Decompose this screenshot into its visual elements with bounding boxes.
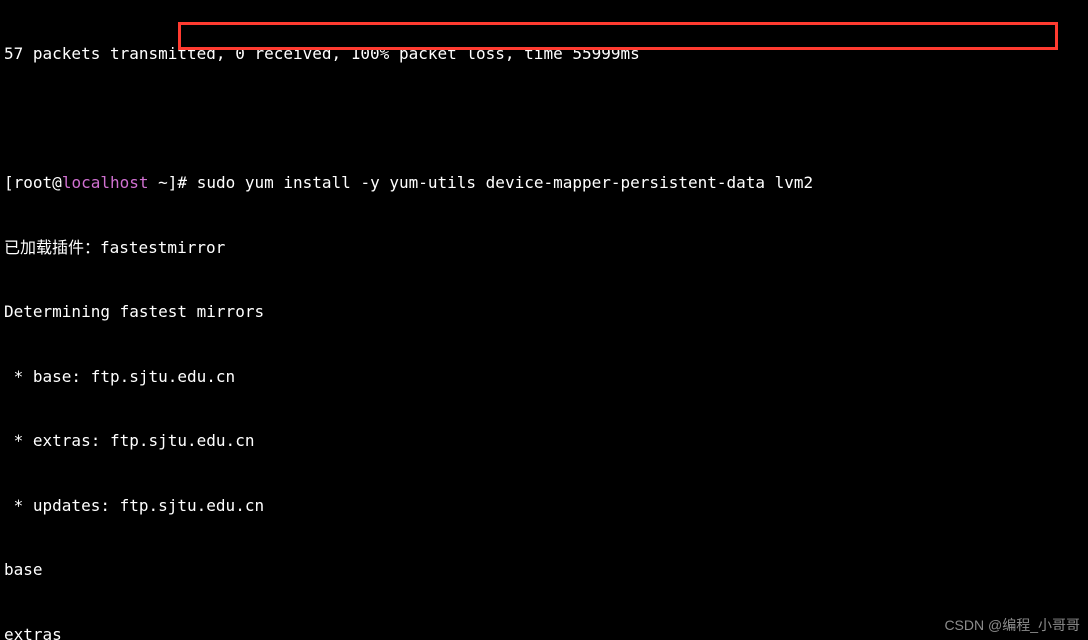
output-line: Determining fastest mirrors	[4, 301, 1084, 323]
terminal-window[interactable]: 57 packets transmitted, 0 received, 100%…	[0, 0, 1088, 640]
blank-line	[4, 108, 1084, 130]
output-line: 57 packets transmitted, 0 received, 100%…	[4, 43, 1084, 65]
prompt-at: @	[52, 173, 62, 192]
output-line: extras	[4, 624, 1084, 640]
command-text: sudo yum install -y yum-utils device-map…	[197, 173, 814, 192]
output-line: * updates: ftp.sjtu.edu.cn	[4, 495, 1084, 517]
prompt-user: root	[14, 173, 53, 192]
output-line: * extras: ftp.sjtu.edu.cn	[4, 430, 1084, 452]
prompt-line[interactable]: [root@localhost ~]# sudo yum install -y …	[4, 172, 1084, 194]
output-line: * base: ftp.sjtu.edu.cn	[4, 366, 1084, 388]
prompt-bracket: [	[4, 173, 14, 192]
prompt-host: localhost	[62, 173, 149, 192]
output-line: 已加载插件：fastestmirror	[4, 237, 1084, 259]
output-line: base	[4, 559, 1084, 581]
prompt-tail: ~]#	[149, 173, 197, 192]
